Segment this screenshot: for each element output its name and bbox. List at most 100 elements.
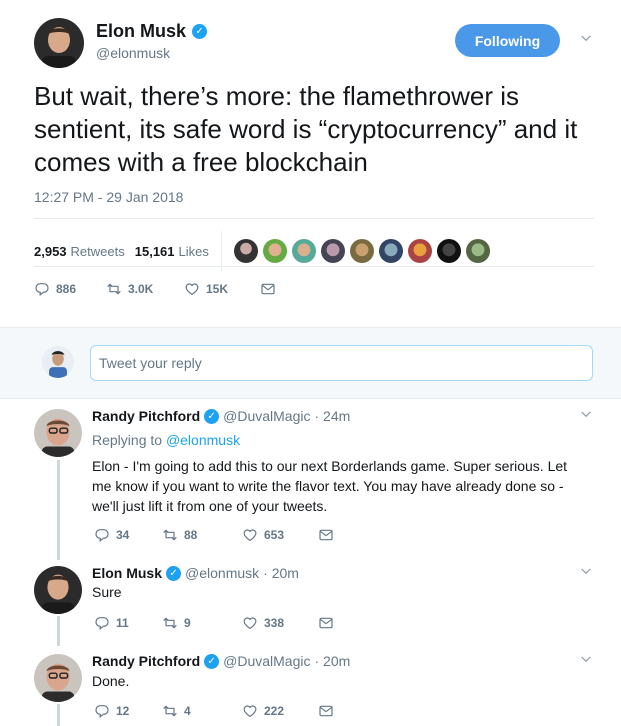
reply-author-avatar[interactable] xyxy=(34,654,82,702)
reply-menu-chevron-icon[interactable] xyxy=(576,652,596,672)
heart-icon xyxy=(242,703,258,719)
retweet-count: 9 xyxy=(184,616,191,630)
reply-actions: 11 9 338 xyxy=(94,615,334,631)
reply-author-name[interactable]: Randy Pitchford xyxy=(92,653,200,669)
likes-count: 15,161 xyxy=(134,243,175,259)
liker-avatar[interactable] xyxy=(436,239,461,263)
direct-message-action[interactable] xyxy=(318,615,334,631)
divider xyxy=(34,218,594,219)
following-button[interactable]: Following xyxy=(455,24,560,57)
reply-author-avatar[interactable] xyxy=(34,409,82,457)
reply-time[interactable]: · 20m xyxy=(314,653,350,669)
reply-icon xyxy=(34,281,50,297)
envelope-icon xyxy=(318,703,334,719)
likes-label: Likes xyxy=(178,243,209,259)
reply-text: Sure xyxy=(92,584,122,600)
tweet-menu-chevron-icon[interactable] xyxy=(576,31,596,51)
liker-avatar[interactable] xyxy=(407,239,432,263)
replying-to: Replying to @elonmusk xyxy=(92,432,240,448)
author-name[interactable]: Elon Musk ✓ xyxy=(96,21,208,42)
likes-stat[interactable]: 15,161 Likes xyxy=(135,244,209,259)
reply-text: Elon - I'm going to add this to our next… xyxy=(92,458,568,514)
reply-header: Randy Pitchford ✓ @DuvalMagic · 24m xyxy=(92,408,350,424)
stats-separator xyxy=(220,231,222,271)
reply-actions: 12 4 222 xyxy=(94,703,334,719)
reply-action[interactable]: 11 xyxy=(94,615,162,631)
retweets-label: Retweets xyxy=(70,243,125,259)
current-user-avatar xyxy=(42,346,74,378)
retweet-action[interactable]: 9 xyxy=(162,615,242,631)
thread-line xyxy=(57,704,60,726)
like-action[interactable]: 338 xyxy=(242,615,318,631)
reply-header: Elon Musk ✓ @elonmusk · 20m xyxy=(92,565,299,581)
reply-time[interactable]: · 24m xyxy=(314,408,350,424)
likers-avatars xyxy=(233,239,490,263)
thread-line xyxy=(57,460,60,560)
main-tweet-actions: 886 3.0K 15K xyxy=(34,281,276,297)
retweet-icon xyxy=(162,615,178,631)
like-action[interactable]: 653 xyxy=(242,527,318,543)
reply-count: 12 xyxy=(116,704,130,718)
replying-to-prefix: Replying to xyxy=(92,432,163,448)
reply-author-avatar[interactable] xyxy=(34,566,82,614)
direct-message-action[interactable] xyxy=(260,281,276,297)
envelope-icon xyxy=(260,281,276,297)
reply-menu-chevron-icon[interactable] xyxy=(576,407,596,427)
thread-line xyxy=(57,616,60,646)
like-count: 15K xyxy=(206,282,229,296)
heart-icon xyxy=(184,281,200,297)
reply-header: Randy Pitchford ✓ @DuvalMagic · 20m xyxy=(92,653,350,669)
retweet-icon xyxy=(106,281,122,297)
engagement-stats: 2,953 Retweets 15,161 Likes xyxy=(34,231,490,271)
retweet-action[interactable]: 4 xyxy=(162,703,242,719)
direct-message-action[interactable] xyxy=(318,703,334,719)
retweet-icon xyxy=(162,527,178,543)
envelope-icon xyxy=(318,527,334,543)
reply-composer xyxy=(0,327,621,399)
like-count: 653 xyxy=(264,528,285,542)
reply-time[interactable]: · 20m xyxy=(263,565,299,581)
reply-author-handle[interactable]: @elonmusk xyxy=(185,565,259,581)
like-count: 222 xyxy=(264,704,285,718)
liker-avatar[interactable] xyxy=(320,239,345,263)
reply-count: 34 xyxy=(116,528,130,542)
liker-avatar[interactable] xyxy=(465,239,490,263)
like-action[interactable]: 222 xyxy=(242,703,318,719)
author-handle[interactable]: @elonmusk xyxy=(96,45,170,61)
reply-author-name[interactable]: Elon Musk xyxy=(92,565,162,581)
verified-badge-icon: ✓ xyxy=(204,653,220,669)
like-action[interactable]: 15K xyxy=(184,281,260,297)
retweet-action[interactable]: 3.0K xyxy=(106,281,184,297)
retweet-count: 4 xyxy=(184,704,191,718)
liker-avatar[interactable] xyxy=(233,239,258,263)
liker-avatar[interactable] xyxy=(262,239,287,263)
author-avatar[interactable] xyxy=(34,18,84,68)
reply-author-handle[interactable]: @DuvalMagic xyxy=(223,653,310,669)
reply-action[interactable]: 886 xyxy=(34,281,106,297)
retweet-count: 3.0K xyxy=(128,282,154,296)
reply-count: 886 xyxy=(56,282,77,296)
tweet-timestamp[interactable]: 12:27 PM - 29 Jan 2018 xyxy=(34,189,183,205)
reply-author-handle[interactable]: @DuvalMagic xyxy=(223,408,310,424)
author-name-text[interactable]: Elon Musk xyxy=(96,21,186,42)
heart-icon xyxy=(242,615,258,631)
reply-count: 11 xyxy=(116,616,129,630)
verified-badge-icon: ✓ xyxy=(204,408,220,424)
reply-action[interactable]: 34 xyxy=(94,527,162,543)
verified-badge-icon: ✓ xyxy=(192,24,208,39)
replying-to-handle[interactable]: @elonmusk xyxy=(166,432,240,448)
reply-author-name[interactable]: Randy Pitchford xyxy=(92,408,200,424)
verified-badge-icon: ✓ xyxy=(166,565,182,581)
reply-action[interactable]: 12 xyxy=(94,703,162,719)
envelope-icon xyxy=(318,615,334,631)
liker-avatar[interactable] xyxy=(291,239,316,263)
retweets-stat[interactable]: 2,953 Retweets xyxy=(34,244,125,259)
direct-message-action[interactable] xyxy=(318,527,334,543)
liker-avatar[interactable] xyxy=(349,239,374,263)
liker-avatar[interactable] xyxy=(378,239,403,263)
retweet-action[interactable]: 88 xyxy=(162,527,242,543)
tweet-reply-input[interactable] xyxy=(90,345,593,381)
divider xyxy=(34,266,594,267)
reply-actions: 34 88 653 xyxy=(94,527,334,543)
reply-menu-chevron-icon[interactable] xyxy=(576,564,596,584)
